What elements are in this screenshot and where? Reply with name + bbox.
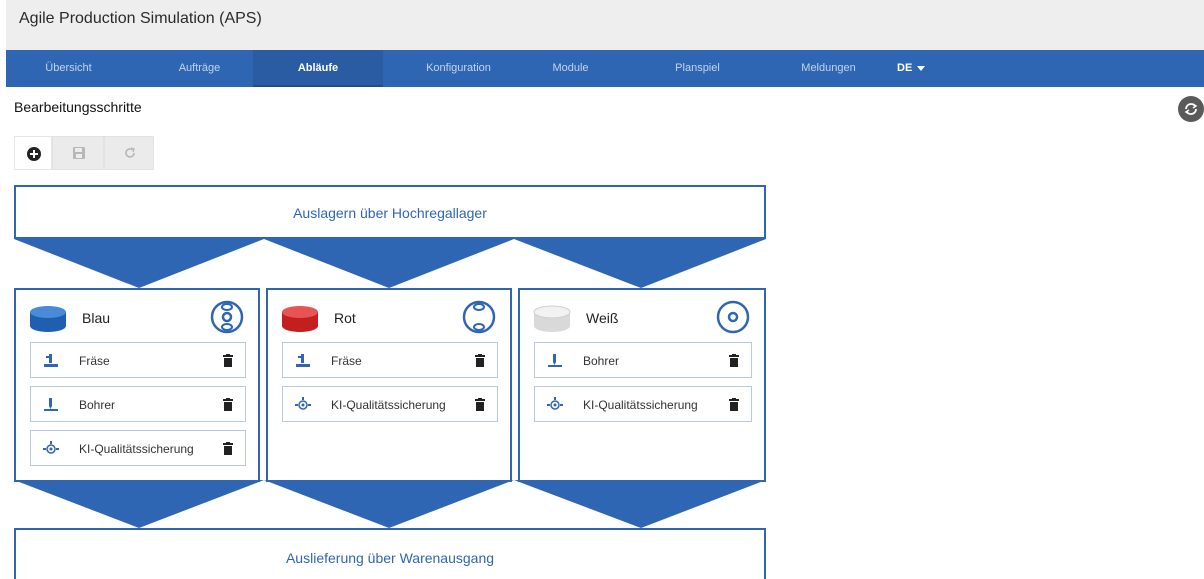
trash-icon[interactable] bbox=[223, 354, 233, 367]
workpiece-slot-icon bbox=[716, 300, 750, 334]
arrow-down-icon bbox=[514, 239, 766, 288]
trash-icon[interactable] bbox=[223, 442, 233, 455]
step-item[interactable]: KI-Qualitätssicherung bbox=[282, 386, 498, 422]
lane-header: Weiß bbox=[520, 290, 764, 346]
arrow-down-icon bbox=[264, 239, 514, 288]
trash-icon[interactable] bbox=[223, 398, 233, 411]
ai-camera-icon bbox=[295, 397, 311, 410]
sink-station: Auslieferung über Warenausgang bbox=[14, 528, 766, 579]
caret-down-icon bbox=[917, 65, 926, 71]
drill-icon bbox=[548, 354, 562, 367]
step-label: Fräse bbox=[79, 354, 110, 368]
reload-icon bbox=[125, 147, 135, 158]
nav-tab-meldungen[interactable]: Meldungen bbox=[766, 50, 891, 87]
step-label: Fräse bbox=[331, 354, 362, 368]
step-item[interactable]: Bohrer bbox=[30, 386, 246, 422]
nav-tab-ablaeufe[interactable]: Abläufe bbox=[253, 50, 383, 87]
workpiece-white-icon bbox=[533, 305, 571, 332]
workpiece-slot-icon bbox=[210, 300, 244, 334]
language-label: DE bbox=[897, 62, 913, 74]
workpiece-blue-icon bbox=[30, 306, 66, 332]
source-station-label: Auslagern über Hochregallager bbox=[293, 205, 487, 221]
nav-tab-uebersicht[interactable]: Übersicht bbox=[6, 50, 131, 87]
lane-header: Blau bbox=[16, 290, 258, 346]
lane-name: Blau bbox=[82, 310, 111, 326]
ai-camera-icon bbox=[547, 397, 563, 410]
step-label: KI-Qualitätssicherung bbox=[331, 398, 446, 412]
lane-rot: Rot Fräse KI-Qualitätssicherung bbox=[266, 288, 512, 482]
step-label: KI-Qualitätssicherung bbox=[79, 442, 194, 456]
language-dropdown[interactable]: DE bbox=[897, 50, 926, 87]
arrow-down-icon bbox=[264, 480, 514, 528]
app-title: Agile Production Simulation (APS) bbox=[19, 10, 262, 27]
app-title-bar: Agile Production Simulation (APS) bbox=[6, 0, 1204, 50]
source-station: Auslagern über Hochregallager bbox=[14, 185, 766, 239]
reload-button[interactable] bbox=[104, 136, 154, 170]
lane-name: Weiß bbox=[586, 310, 619, 326]
mill-icon bbox=[44, 354, 58, 367]
step-label: KI-Qualitätssicherung bbox=[583, 398, 698, 412]
ai-camera-icon bbox=[43, 441, 59, 454]
step-label: Bohrer bbox=[583, 354, 620, 368]
mill-icon bbox=[296, 354, 310, 367]
page-title: Bearbeitungsschritte bbox=[14, 99, 142, 115]
arrow-down-icon bbox=[14, 480, 264, 528]
arrow-down-icon bbox=[14, 239, 264, 288]
trash-icon[interactable] bbox=[475, 354, 485, 367]
sink-station-label: Auslieferung über Warenausgang bbox=[285, 550, 495, 566]
step-item[interactable]: Bohrer bbox=[534, 342, 752, 378]
save-icon bbox=[73, 147, 85, 159]
nav-tab-planspiel[interactable]: Planspiel bbox=[635, 50, 760, 87]
lane-header: Rot bbox=[268, 290, 510, 346]
lane-blau: Blau Fräse Bohrer KI-Qualitätssicherung bbox=[14, 288, 260, 482]
main-nav: Übersicht Aufträge Abläufe Konfiguration… bbox=[6, 50, 1204, 87]
workpiece-red-icon bbox=[282, 306, 318, 332]
sync-icon bbox=[1184, 103, 1198, 115]
trash-icon[interactable] bbox=[729, 398, 739, 411]
workpiece-slot-icon bbox=[462, 300, 496, 334]
nav-tab-auftraege[interactable]: Aufträge bbox=[137, 50, 262, 87]
step-item[interactable]: Fräse bbox=[30, 342, 246, 378]
trash-icon[interactable] bbox=[729, 354, 739, 367]
nav-tab-module[interactable]: Module bbox=[508, 50, 633, 87]
arrow-down-icon bbox=[514, 480, 766, 528]
save-button[interactable] bbox=[52, 136, 104, 170]
step-item[interactable]: KI-Qualitätssicherung bbox=[30, 430, 246, 466]
lane-name: Rot bbox=[334, 310, 356, 326]
step-item[interactable]: KI-Qualitätssicherung bbox=[534, 386, 752, 422]
lane-weiss: Weiß Bohrer KI-Qualitätssicherung bbox=[518, 288, 766, 482]
step-item[interactable]: Fräse bbox=[282, 342, 498, 378]
nav-tab-konfiguration[interactable]: Konfiguration bbox=[396, 50, 521, 87]
plus-circle-icon bbox=[27, 147, 41, 161]
sync-button[interactable] bbox=[1178, 96, 1204, 122]
drill-icon bbox=[44, 398, 58, 411]
add-step-button[interactable] bbox=[14, 136, 52, 170]
step-label: Bohrer bbox=[79, 398, 116, 412]
trash-icon[interactable] bbox=[475, 398, 485, 411]
